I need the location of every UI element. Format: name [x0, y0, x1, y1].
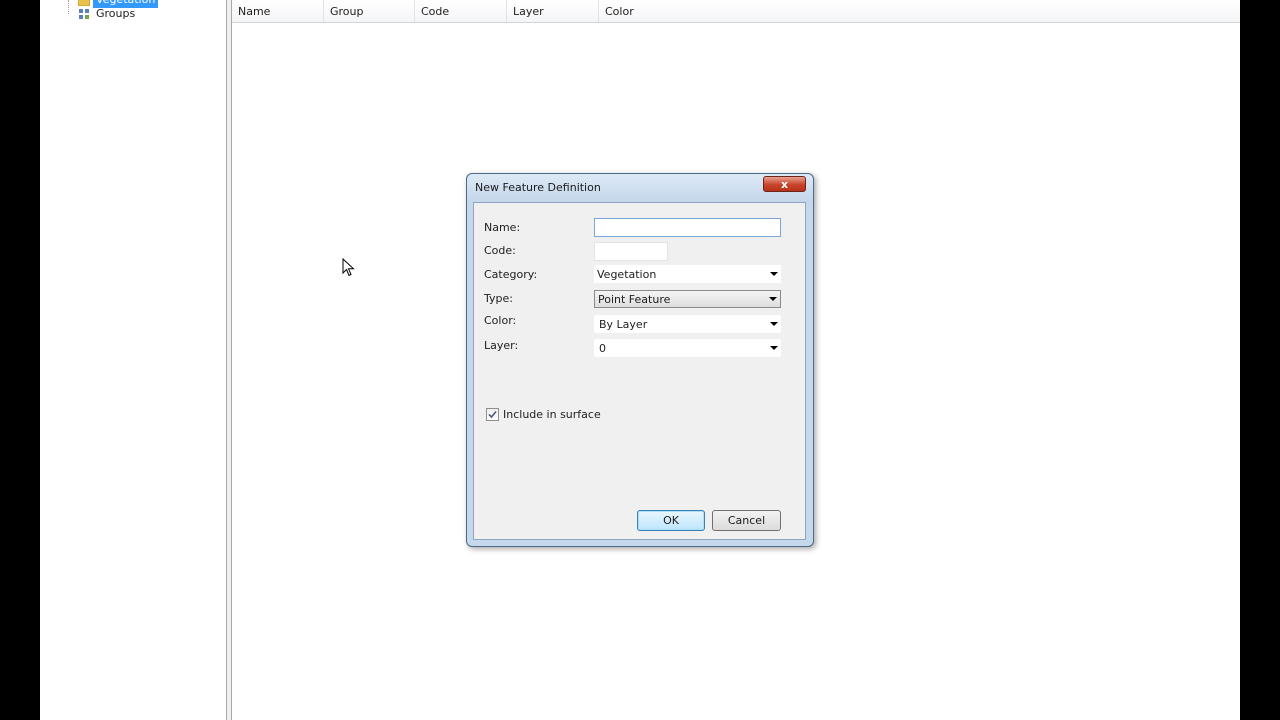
layer-select[interactable]: 0 [594, 339, 781, 357]
category-value: Vegetation [597, 267, 657, 281]
close-button[interactable]: x [763, 176, 806, 192]
dialog-titlebar[interactable]: New Feature Definition x [467, 174, 813, 202]
color-value: By Layer [599, 317, 648, 331]
type-value: Point Feature [598, 292, 671, 306]
ok-button[interactable]: OK [637, 510, 705, 531]
chevron-down-icon [767, 265, 781, 283]
column-header-name[interactable]: Name [232, 0, 324, 22]
close-icon: x [780, 177, 789, 191]
name-label: Name: [484, 221, 521, 234]
mouse-cursor-icon [342, 258, 355, 277]
groups-icon [78, 8, 90, 20]
tree-pane[interactable]: Vegetation Groups [40, 0, 227, 720]
folder-icon [77, 0, 91, 6]
tree-item-label: Groups [96, 7, 136, 20]
code-label: Code: [484, 244, 516, 257]
chevron-down-icon [767, 339, 781, 357]
column-header-code[interactable]: Code [415, 0, 507, 22]
type-label: Type: [484, 292, 513, 305]
dialog-body: Name: Code: Category: Vegetation Type: P… [473, 202, 806, 540]
chevron-down-icon [766, 291, 780, 307]
include-in-surface-checkbox[interactable] [486, 408, 499, 421]
layer-value: 0 [599, 341, 606, 355]
type-select[interactable]: Point Feature [594, 290, 781, 308]
list-header: Name Group Code Layer Color [232, 0, 1240, 23]
cancel-button[interactable]: Cancel [712, 510, 781, 531]
color-select[interactable]: By Layer [594, 315, 781, 333]
column-header-color[interactable]: Color [599, 0, 1240, 22]
column-header-layer[interactable]: Layer [507, 0, 599, 22]
column-header-group[interactable]: Group [324, 0, 415, 22]
new-feature-definition-dialog: New Feature Definition x Name: Code: Cat… [466, 173, 814, 547]
tree-item-groups[interactable]: Groups [78, 6, 138, 22]
include-in-surface-label[interactable]: Include in surface [503, 408, 601, 421]
name-input[interactable] [594, 218, 781, 237]
category-select[interactable]: Vegetation [594, 265, 781, 283]
dialog-title: New Feature Definition [475, 181, 601, 194]
color-label: Color: [484, 314, 517, 327]
code-input[interactable] [594, 242, 668, 261]
tree-connector-line [68, 0, 69, 14]
checkmark-icon [488, 410, 497, 419]
layer-label: Layer: [484, 339, 519, 352]
chevron-down-icon [767, 315, 781, 333]
category-label: Category: [484, 268, 538, 281]
